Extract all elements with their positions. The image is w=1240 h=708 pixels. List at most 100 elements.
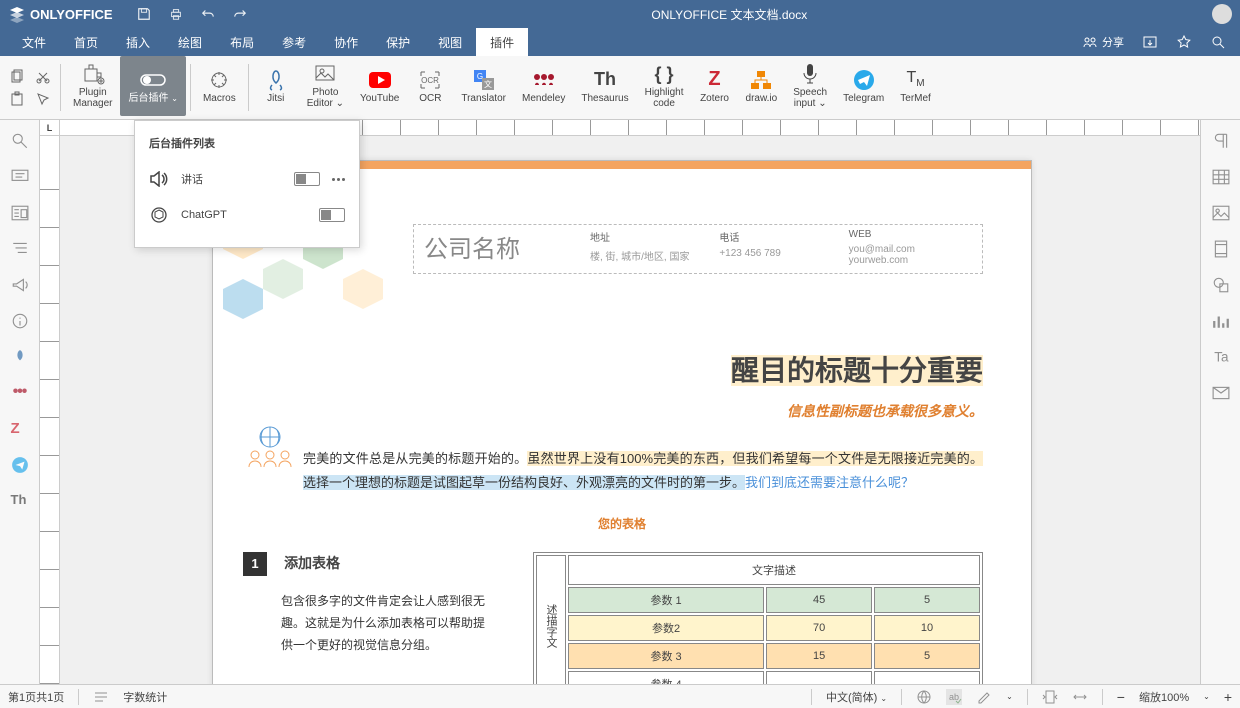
speak-toggle[interactable] [294,172,320,186]
menubar: 文件 首页 插入 绘图 布局 参考 协作 保护 视图 插件 分享 [0,28,1240,56]
translator-button[interactable]: G文 Translator [453,56,514,116]
speaker-icon [149,169,169,189]
app-logo: ONLYOFFICE [8,5,113,23]
macros-button[interactable]: Macros [195,56,244,116]
speech-input-button[interactable]: Speechinput ⌄ [785,56,835,116]
language-selector[interactable]: 中文(简体) ⌄ [826,689,887,705]
zoom-in-button[interactable]: + [1224,689,1232,705]
add-table-section: 1 添加表格 包含很多字的文件肯定会让人感到很无趣。这就是为什么添加表格可以帮助… [243,552,493,684]
telegram-side-icon[interactable] [11,456,29,474]
ocr-button[interactable]: OCR OCR [407,56,453,116]
plugin-manager-button[interactable]: PluginManager [65,56,120,116]
cut-icon[interactable] [34,68,52,86]
headings-icon[interactable] [11,204,29,222]
photo-editor-button[interactable]: PhotoEditor ⌄ [299,56,352,116]
user-avatar[interactable] [1212,4,1232,24]
fit-width-icon[interactable] [1072,689,1088,705]
vertical-ruler[interactable] [40,136,60,684]
right-sidebar: Ta [1200,120,1240,684]
redo-icon[interactable] [233,7,247,21]
word-count[interactable]: 字数统计 [123,689,167,705]
letterhead: 公司名称 地址楼, 街, 城市/地区, 国家 电话+123 456 789 WE… [413,224,983,274]
plugin-row-chatgpt: ChatGPT [135,197,359,233]
subheadline: 信息性副标题也承载很多意义。 [213,389,1031,421]
comments-icon[interactable] [11,168,29,186]
telegram-button[interactable]: Telegram [835,56,892,116]
zoom-out-button[interactable]: − [1117,689,1125,705]
thesaurus-button[interactable]: Th Thesaurus [573,56,636,116]
svg-text:OCR: OCR [421,76,439,85]
company-name: 公司名称 [424,229,584,269]
feedback-icon[interactable] [11,276,29,294]
search-icon[interactable] [1210,34,1226,50]
speak-more-button[interactable] [332,178,345,181]
zotero-side-icon[interactable]: Z [11,420,29,438]
titlebar: ONLYOFFICE ONLYOFFICE 文本文档.docx [0,0,1240,28]
menu-home[interactable]: 首页 [60,28,112,56]
menu-plugins[interactable]: 插件 [476,28,528,56]
menu-draw[interactable]: 绘图 [164,28,216,56]
thesaurus-side-icon[interactable]: Th [11,492,29,510]
shape-icon[interactable] [1212,276,1230,294]
share-button[interactable]: 分享 [1082,34,1124,50]
track-changes-icon[interactable] [976,689,992,705]
drawio-button[interactable]: draw.io [738,56,786,116]
termef-button[interactable]: TM TerMef [892,56,939,116]
jitsi-button[interactable]: Jitsi [253,56,299,116]
menu-references[interactable]: 参考 [268,28,320,56]
fit-page-icon[interactable] [1042,689,1058,705]
zoom-level[interactable]: 缩放100% [1139,689,1189,705]
data-table: 述描字文文字描述 参数 1455 参数27010 参数 3155 参数 4 [533,552,983,684]
chatgpt-toggle[interactable] [319,208,345,222]
zotero-button[interactable]: Z Zotero [692,56,738,116]
highlight-code-button[interactable]: { } Highlightcode [637,56,692,116]
app-name: ONLYOFFICE [30,7,113,22]
svg-text:ab: ab [949,692,959,702]
statusbar: 第1页共1页 字数统计 中文(简体) ⌄ ab ⌄ − 缩放100% ⌄ + [0,684,1240,708]
plugin-row-speak: 讲话 [135,161,359,197]
section-body: 包含很多字的文件肯定会让人感到很无趣。这就是为什么添加表格可以帮助提供一个更好的… [243,590,493,656]
paragraph-icon[interactable] [1212,132,1230,150]
menu-protect[interactable]: 保护 [372,28,424,56]
youtube-button[interactable]: YouTube [352,56,407,116]
svg-text:文: 文 [484,79,492,89]
mendeley-button[interactable]: Mendeley [514,56,573,116]
undo-icon[interactable] [201,7,215,21]
header-footer-icon[interactable] [1212,240,1230,258]
background-plugins-button[interactable]: 后台插件 ⌄ [120,56,185,116]
print-icon[interactable] [169,7,183,21]
jitsi-side-icon[interactable] [11,348,29,366]
menu-view[interactable]: 视图 [424,28,476,56]
menu-file[interactable]: 文件 [8,28,60,56]
page-indicator[interactable]: 第1页共1页 [8,689,64,705]
svg-text:G: G [477,72,483,81]
menu-insert[interactable]: 插入 [112,28,164,56]
mendeley-side-icon[interactable] [11,384,29,402]
menu-layout[interactable]: 布局 [216,28,268,56]
find-icon[interactable] [11,132,29,150]
spellcheck-icon[interactable] [916,689,932,705]
table-caption: 您的表格 [213,515,1031,532]
svg-text:Ta: Ta [1214,350,1229,365]
image-icon[interactable] [1212,204,1230,222]
section-number: 1 [243,552,267,576]
paste-icon[interactable] [8,90,26,108]
chart-icon[interactable] [1212,312,1230,330]
text-art-icon[interactable]: Ta [1212,348,1230,366]
chatgpt-icon [149,205,169,225]
background-plugins-dropdown: 后台插件列表 讲话 ChatGPT [134,120,360,248]
document-title: ONLYOFFICE 文本文档.docx [247,6,1212,23]
tracking-icon[interactable]: ab [946,689,962,705]
open-location-icon[interactable] [1142,34,1158,50]
select-icon[interactable] [34,90,52,108]
about-icon[interactable] [11,312,29,330]
favorite-icon[interactable] [1176,34,1192,50]
mail-merge-icon[interactable] [1212,384,1230,402]
plugin-toolbar: PluginManager 后台插件 ⌄ Macros Jitsi PhotoE… [0,56,1240,120]
table-icon[interactable] [1212,168,1230,186]
outline-icon[interactable] [11,240,29,258]
copy-icon[interactable] [8,68,26,86]
menu-collab[interactable]: 协作 [320,28,372,56]
left-sidebar: Z Th [0,120,40,684]
save-icon[interactable] [137,7,151,21]
